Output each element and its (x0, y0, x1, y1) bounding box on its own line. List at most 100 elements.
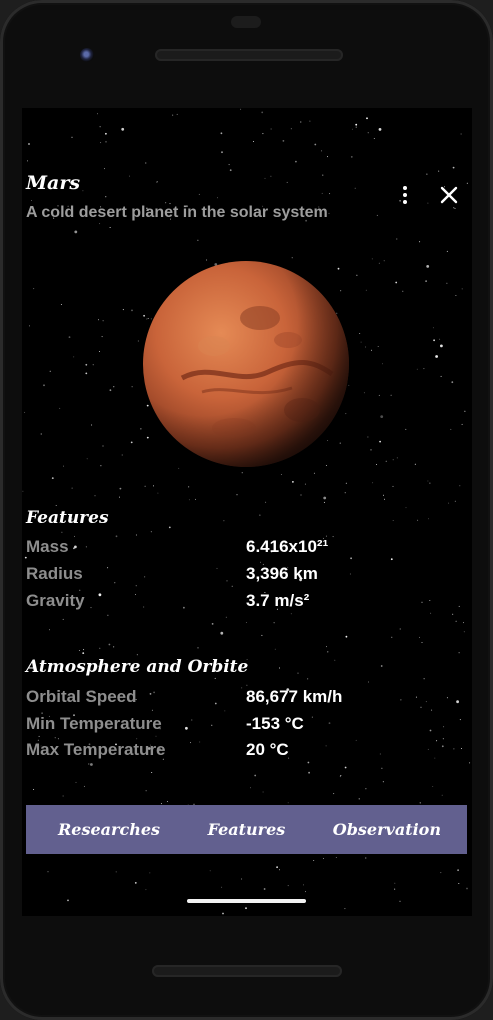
star (441, 794, 443, 796)
star (334, 659, 336, 661)
star (119, 496, 120, 498)
star (263, 888, 266, 890)
star (323, 501, 325, 503)
star (60, 304, 62, 305)
star (459, 485, 461, 487)
star (340, 775, 342, 777)
star (129, 175, 130, 177)
star (421, 642, 423, 643)
star (351, 128, 353, 130)
star (240, 108, 242, 110)
star (40, 433, 42, 435)
star (68, 336, 71, 338)
nav-researches[interactable]: Researches (52, 820, 166, 839)
star (376, 214, 378, 216)
star (43, 384, 45, 387)
star (276, 866, 278, 869)
star (176, 113, 178, 115)
star (454, 500, 456, 502)
star (61, 531, 63, 533)
star (344, 492, 346, 494)
nav-observation[interactable]: Observation (327, 820, 447, 839)
close-button[interactable] (438, 184, 460, 206)
atmosphere-value: 86,677 km/h (246, 687, 343, 706)
star (94, 495, 96, 497)
star (246, 684, 248, 686)
star (367, 132, 369, 134)
star (197, 647, 199, 649)
star (33, 789, 35, 790)
star (452, 166, 455, 169)
star (99, 647, 101, 649)
star (282, 140, 285, 142)
star (99, 126, 101, 128)
star (466, 182, 468, 184)
star (461, 423, 463, 425)
star (122, 309, 124, 311)
star (24, 411, 26, 413)
star (399, 628, 401, 630)
star (85, 372, 88, 375)
nav-features[interactable]: Features (202, 820, 292, 839)
star (396, 457, 398, 459)
star (304, 483, 306, 485)
star (229, 169, 232, 172)
star (98, 319, 99, 321)
star (102, 445, 104, 447)
star (382, 781, 384, 783)
star (446, 250, 448, 252)
star (253, 141, 254, 142)
star (395, 281, 398, 284)
star (365, 346, 367, 348)
star (260, 561, 261, 563)
star (22, 490, 24, 492)
app-screen: Mars A cold desert planet in the solar s… (22, 108, 472, 916)
home-gesture-indicator[interactable] (187, 899, 306, 903)
star (273, 622, 275, 624)
star (303, 884, 304, 886)
star (78, 650, 80, 651)
star (157, 492, 159, 494)
star (262, 133, 264, 135)
star (160, 803, 162, 805)
star (394, 888, 396, 890)
star (236, 494, 238, 496)
star (469, 762, 471, 764)
star (250, 787, 251, 789)
star (51, 477, 54, 479)
star (382, 363, 383, 365)
star (259, 514, 261, 516)
star (178, 467, 180, 469)
star (438, 170, 440, 172)
earpiece-notch (231, 16, 261, 28)
star (428, 518, 429, 520)
front-camera (80, 48, 94, 62)
star (172, 114, 174, 116)
star (380, 415, 384, 418)
star (287, 802, 289, 804)
star (188, 499, 190, 501)
star (314, 143, 317, 146)
star (67, 899, 69, 902)
star (130, 441, 133, 444)
mars-planet-image (143, 261, 349, 467)
star (156, 181, 158, 183)
star (82, 190, 84, 192)
star (270, 175, 272, 177)
star (344, 908, 346, 910)
star (217, 197, 218, 199)
star (91, 424, 93, 426)
star (105, 141, 107, 143)
star (101, 336, 103, 338)
star (113, 646, 115, 648)
device-frame: Mars A cold desert planet in the solar s… (0, 0, 493, 1020)
star (373, 138, 375, 139)
star (414, 463, 416, 465)
star (419, 802, 421, 804)
star (379, 440, 381, 443)
star (457, 869, 459, 872)
atmosphere-heading: Atmosphere and Orbite (26, 657, 249, 677)
more-options-button[interactable] (396, 184, 414, 206)
star (113, 386, 115, 388)
star (455, 620, 457, 622)
